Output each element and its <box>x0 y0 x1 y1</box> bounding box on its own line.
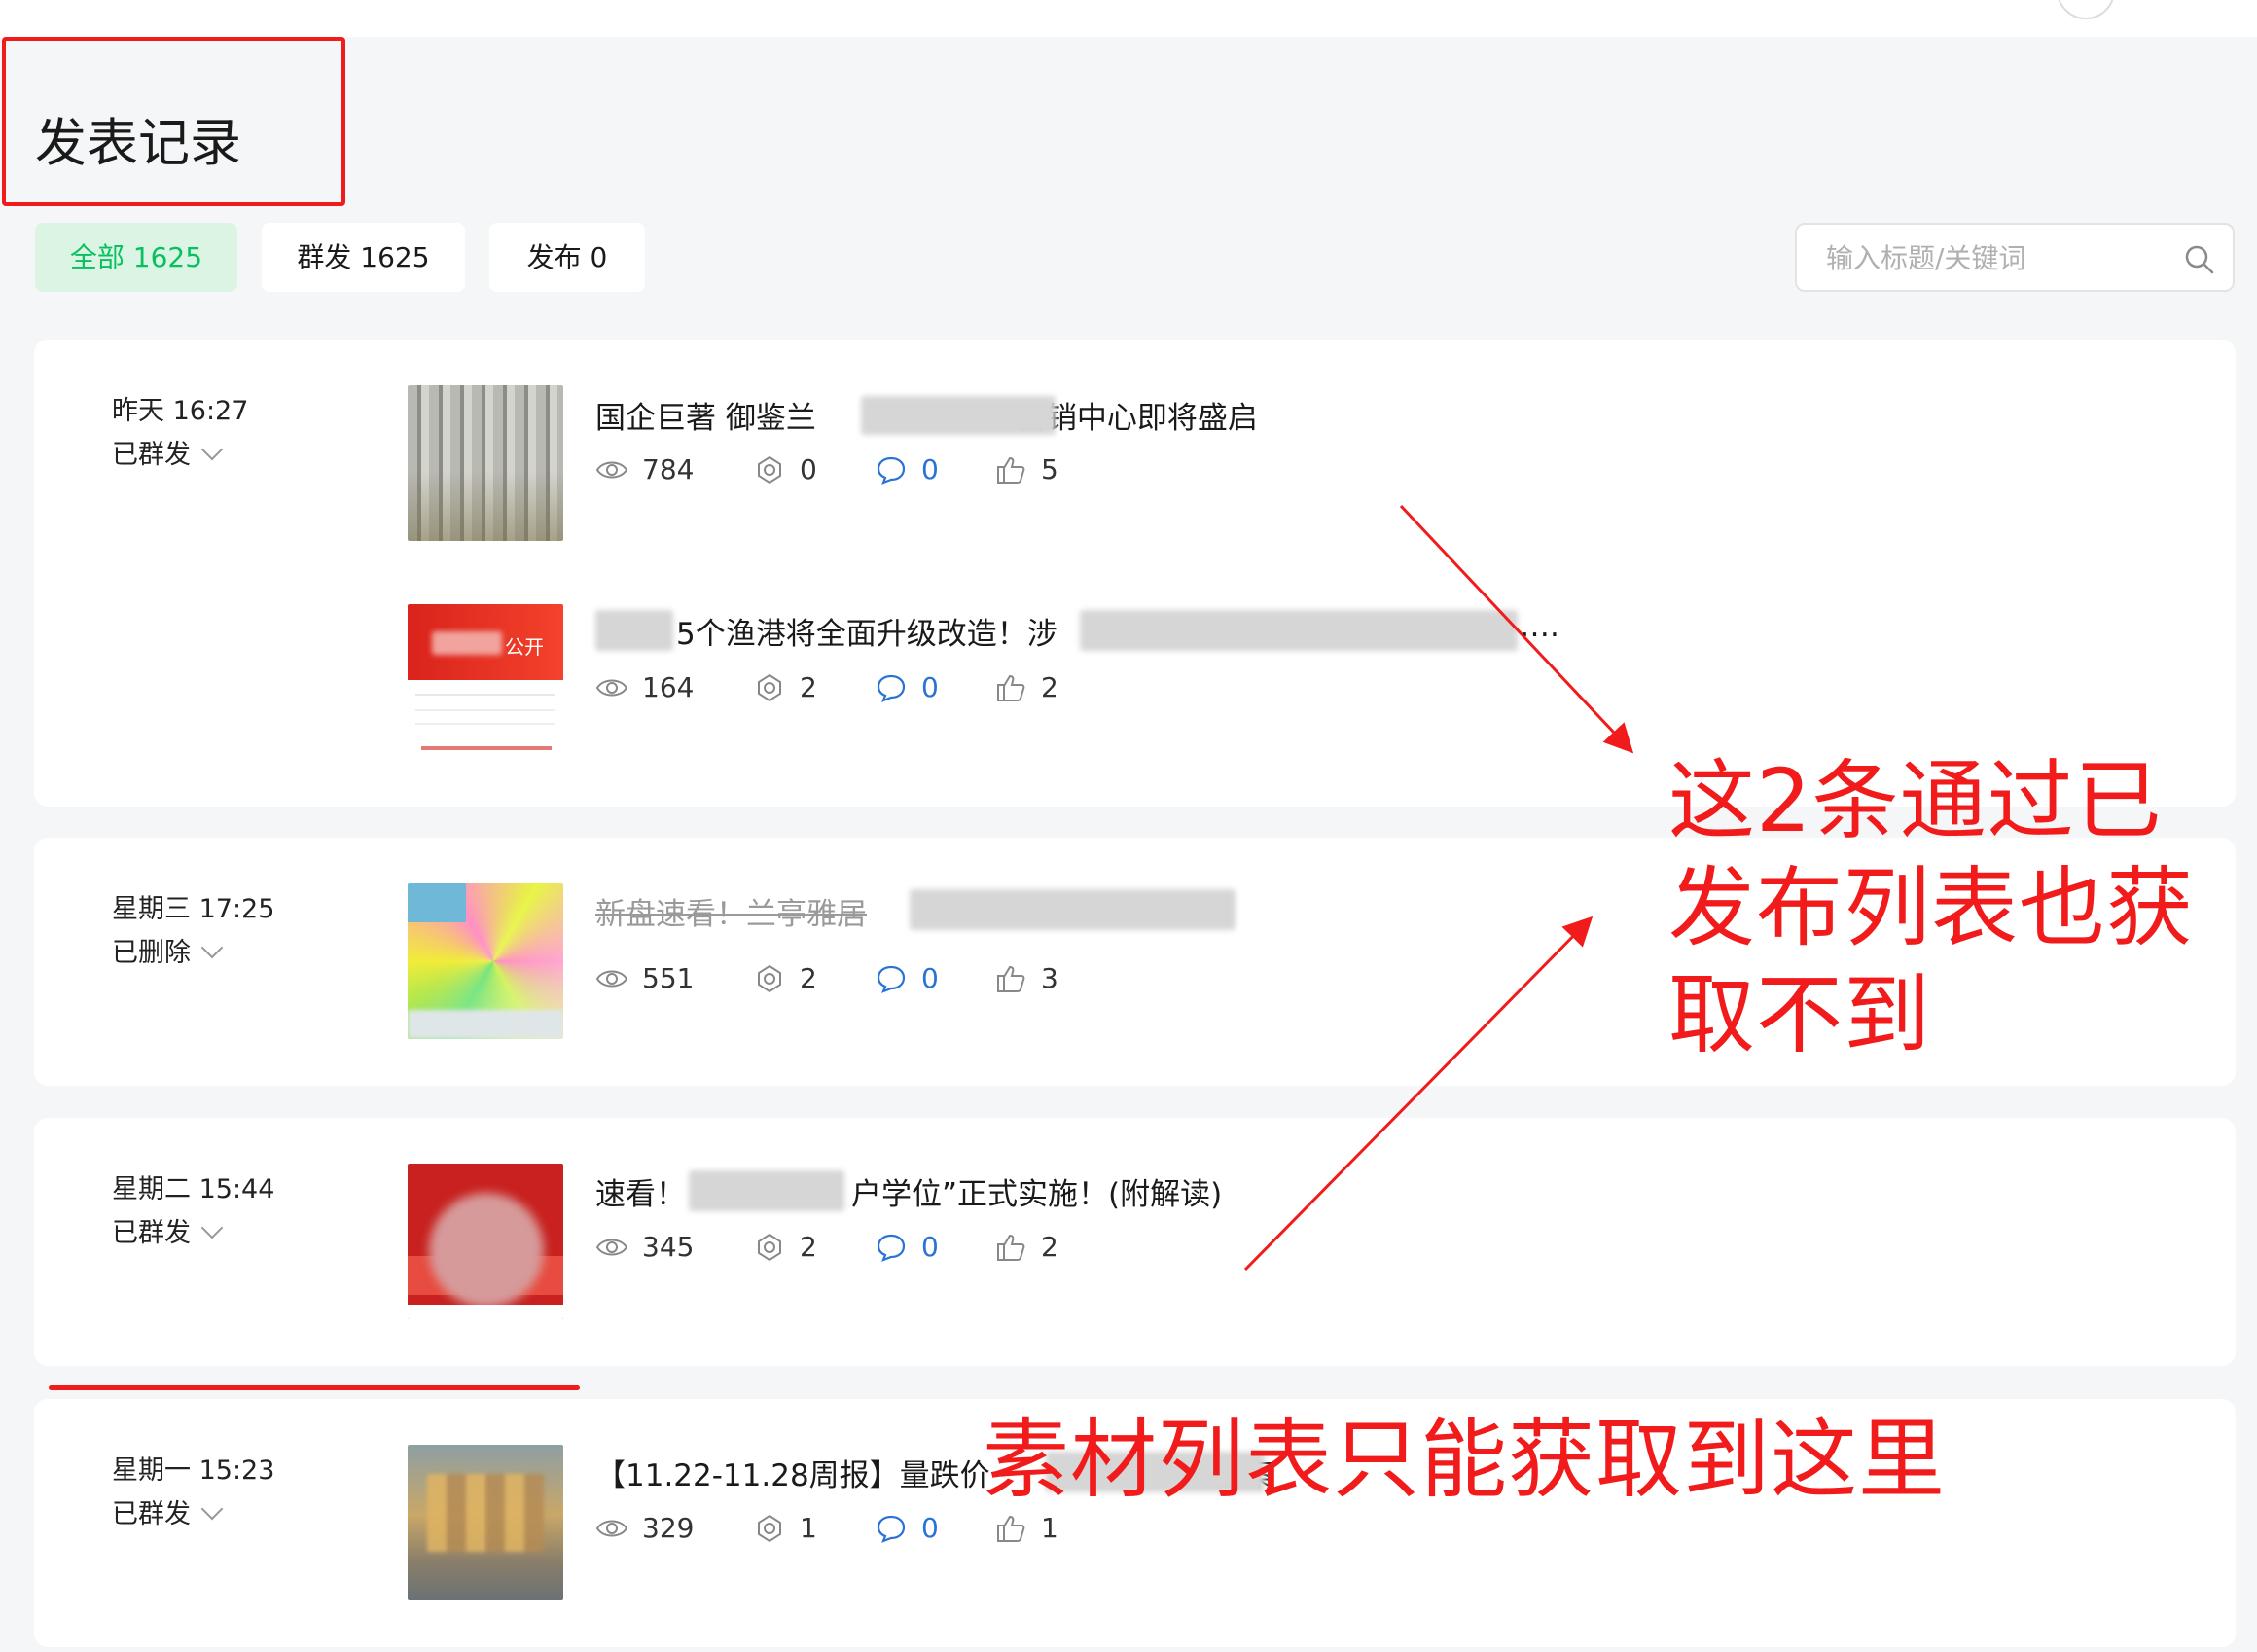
thumbs-up-icon <box>997 1515 1025 1542</box>
record-time: 星期二 15:44 <box>112 1174 275 1204</box>
chevron-down-icon <box>200 1497 224 1521</box>
tab-mass-send[interactable]: 群发 1625 <box>262 223 465 292</box>
blurred-text <box>1080 610 1518 651</box>
views-count: 345 <box>642 1231 695 1263</box>
eye-icon <box>595 679 628 697</box>
thumbs-up-icon <box>997 456 1025 484</box>
eye-icon <box>595 970 628 988</box>
annotation-underline <box>49 1385 580 1390</box>
blurred-text <box>861 396 1056 435</box>
views-count: 164 <box>642 671 695 703</box>
share-icon <box>758 1514 781 1543</box>
search-box <box>1795 223 2235 292</box>
likes-count: 2 <box>1041 671 1058 703</box>
record-status-label: 已群发 <box>112 440 191 470</box>
record-status-label: 已群发 <box>112 1499 191 1529</box>
annotation-title-highlight-box <box>2 37 345 206</box>
comments-count: 0 <box>921 1512 939 1544</box>
annotation-note-2: 素材列表只能获取到这里 <box>983 1409 1946 1510</box>
chevron-down-icon <box>200 1216 224 1239</box>
article-title[interactable]: 新盘速看！兰亭雅居 <box>595 889 867 933</box>
comment-icon <box>877 1234 906 1262</box>
blurred-text <box>432 631 502 655</box>
tab-all[interactable]: 全部 1625 <box>35 223 237 292</box>
share-icon <box>758 1233 781 1262</box>
shares-count: 2 <box>800 1231 817 1263</box>
share-icon <box>758 964 781 993</box>
comments-count: 0 <box>921 1231 939 1263</box>
shares-count: 2 <box>800 671 817 703</box>
annotation-note-1: 这2条通过已发布列表也获取不到 <box>1668 750 2194 1065</box>
article-thumbnail[interactable] <box>408 385 563 541</box>
shares-count: 2 <box>800 962 817 994</box>
comments-count: 0 <box>921 962 939 994</box>
shares-count: 1 <box>800 1512 817 1544</box>
comment-icon <box>877 965 906 993</box>
share-icon <box>758 673 781 702</box>
comment-icon <box>877 456 906 485</box>
eye-icon <box>595 1520 628 1537</box>
eye-icon <box>595 1239 628 1256</box>
chevron-down-icon <box>200 438 224 461</box>
thumbs-up-icon <box>997 965 1025 992</box>
share-icon <box>758 455 781 485</box>
shares-count: 0 <box>800 453 817 485</box>
record-status-dropdown[interactable]: 已删除 <box>112 931 224 969</box>
record-time: 昨天 16:27 <box>112 396 249 426</box>
record-status-dropdown[interactable]: 已群发 <box>112 1492 224 1530</box>
record-card: 昨天 16:27 已群发 国企巨著 御鉴兰 营销中心即将盛启 784 0 0 5 … <box>34 340 2236 807</box>
likes-count: 2 <box>1041 1231 1058 1263</box>
avatar[interactable] <box>2057 0 2115 19</box>
chevron-down-icon <box>200 936 224 959</box>
search-icon[interactable] <box>2184 244 2215 275</box>
comments-count: 0 <box>921 453 939 485</box>
record-time: 星期三 17:25 <box>112 894 275 924</box>
record-status-label: 已删除 <box>112 938 191 968</box>
comments-count: 0 <box>921 671 939 703</box>
article-title-ellipsis: …. <box>1520 609 1559 644</box>
record-status-dropdown[interactable]: 已群发 <box>112 433 224 471</box>
views-count: 551 <box>642 962 695 994</box>
views-count: 329 <box>642 1512 695 1544</box>
record-time: 星期一 15:23 <box>112 1455 275 1486</box>
blurred-text <box>910 889 1236 930</box>
thumbnail-caption: 公开 <box>505 635 544 659</box>
thumbs-up-icon <box>997 674 1025 701</box>
eye-icon <box>595 461 628 479</box>
record-card: 星期二 15:44 已群发 速看！ 户学位”正式实施！(附解读) 345 2 0 … <box>34 1118 2236 1366</box>
record-status-label: 已群发 <box>112 1218 191 1248</box>
article-thumbnail[interactable] <box>408 1164 563 1319</box>
likes-count: 3 <box>1041 962 1058 994</box>
search-input[interactable] <box>1826 236 2167 279</box>
thumbs-up-icon <box>997 1234 1025 1261</box>
article-title[interactable]: 5个渔港将全面升级改造！涉 <box>676 609 1057 653</box>
comment-icon <box>877 1515 906 1543</box>
blurred-text <box>689 1170 844 1211</box>
top-bar <box>0 0 2257 37</box>
comment-icon <box>877 674 906 702</box>
likes-count: 5 <box>1041 453 1058 485</box>
article-thumbnail[interactable] <box>408 1445 563 1600</box>
record-status-dropdown[interactable]: 已群发 <box>112 1211 224 1249</box>
article-thumbnail[interactable]: 公开 <box>408 604 563 760</box>
views-count: 784 <box>642 453 695 485</box>
article-thumbnail[interactable] <box>408 883 563 1039</box>
blurred-text <box>595 610 673 651</box>
tab-publish[interactable]: 发布 0 <box>489 223 645 292</box>
likes-count: 1 <box>1041 1512 1058 1544</box>
